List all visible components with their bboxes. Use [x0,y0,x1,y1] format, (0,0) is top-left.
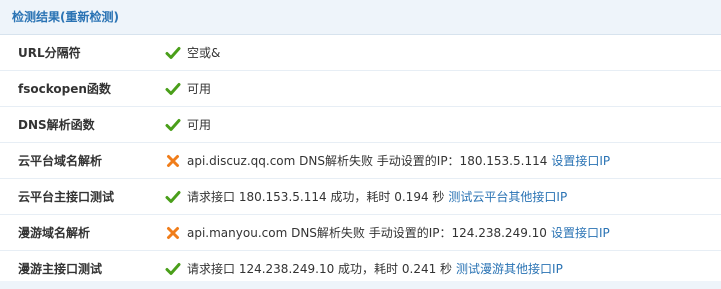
result-value: 可用 [187,118,212,132]
result-label: DNS解析函数 [0,106,153,143]
panel-title: 检测结果 [12,10,61,24]
result-action-link[interactable]: 设置接口IP [551,226,610,240]
check-icon [165,81,181,97]
result-value: 可用 [187,82,212,96]
cross-icon [165,225,181,241]
result-action-link[interactable]: 测试云平台其他接口IP [448,190,567,204]
result-value: 请求接口 180.153.5.114 成功，耗时 0.194 秒 [187,190,445,204]
result-value-cell: 请求接口 180.153.5.114 成功，耗时 0.194 秒测试云平台其他接… [153,178,721,215]
recheck-link[interactable]: (重新检测) [60,10,119,24]
check-icon [165,261,181,277]
result-value-cell: api.discuz.qq.com DNS解析失败 手动设置的IP：180.15… [153,142,721,179]
footer-band [0,281,721,289]
check-results-panel: 检测结果(重新检测) URL分隔符 空或& fsockopen函数 可用 DNS解析函数… [0,0,721,289]
result-row: 漫游域名解析 api.manyou.com DNS解析失败 手动设置的IP：124… [0,214,721,251]
result-label: fsockopen函数 [0,70,153,107]
result-value-cell: 可用 [153,70,721,107]
result-value-cell: 空或& [153,35,721,71]
result-label: 云平台域名解析 [0,142,153,179]
result-value-cell: 可用 [153,106,721,143]
result-value: api.manyou.com DNS解析失败 手动设置的IP：124.238.2… [187,226,547,240]
result-value: api.discuz.qq.com DNS解析失败 手动设置的IP：180.15… [187,154,548,168]
result-row: DNS解析函数 可用 [0,106,721,143]
cross-icon [165,153,181,169]
result-label: 漫游域名解析 [0,214,153,251]
check-icon [165,45,181,61]
result-action-link[interactable]: 测试漫游其他接口IP [456,262,563,276]
panel-header: 检测结果(重新检测) [0,0,721,35]
result-row: fsockopen函数 可用 [0,70,721,107]
result-label: URL分隔符 [0,35,153,71]
result-value: 请求接口 124.238.249.10 成功，耗时 0.241 秒 [187,262,453,276]
check-icon [165,117,181,133]
result-row: 云平台主接口测试 请求接口 180.153.5.114 成功，耗时 0.194 秒… [0,178,721,215]
result-action-link[interactable]: 设置接口IP [551,154,610,168]
result-value: 空或& [187,46,221,60]
check-icon [165,189,181,205]
result-value-cell: api.manyou.com DNS解析失败 手动设置的IP：124.238.2… [153,214,721,251]
result-row: URL分隔符 空或& [0,35,721,71]
result-label: 云平台主接口测试 [0,178,153,215]
results-table: URL分隔符 空或& fsockopen函数 可用 DNS解析函数 可用 云平台域名解析 ap… [0,35,721,287]
result-row: 云平台域名解析 api.discuz.qq.com DNS解析失败 手动设置的IP… [0,142,721,179]
